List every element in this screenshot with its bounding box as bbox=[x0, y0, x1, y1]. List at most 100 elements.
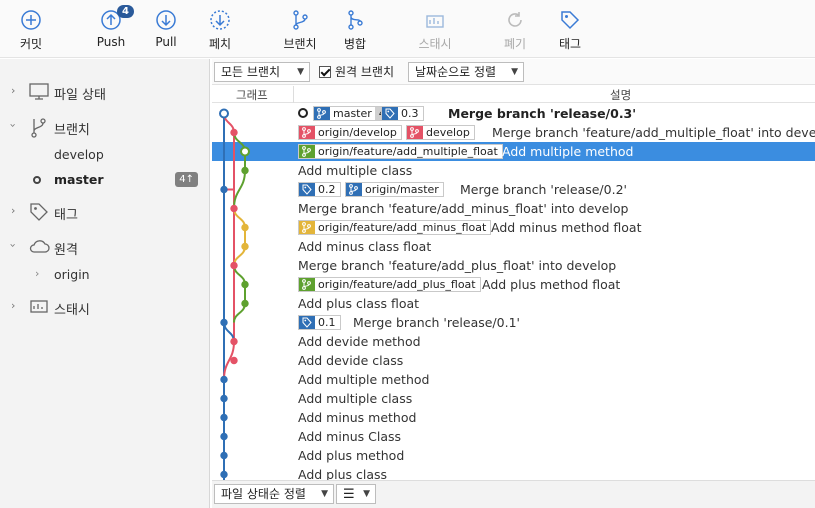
branch-icon bbox=[31, 118, 46, 138]
commit-node[interactable] bbox=[230, 261, 238, 270]
sort-order-dropdown[interactable]: 날짜순으로 정렬 ▼ bbox=[408, 62, 524, 82]
merge-button[interactable]: 병합 bbox=[325, 6, 385, 56]
branch-label: 브랜치 bbox=[283, 37, 317, 51]
commit-row[interactable]: 0.1 Merge branch 'release/0.1' bbox=[212, 313, 815, 332]
sidebar-item-develop[interactable]: develop bbox=[0, 144, 210, 166]
ref-name: origin/feature/add_minus_float bbox=[318, 221, 487, 234]
ref-name: origin/feature/add_plus_float bbox=[318, 278, 476, 291]
commit-row[interactable]: master40.3Merge branch 'release/0.3' bbox=[212, 104, 815, 123]
branch-filter-dropdown[interactable]: 모든 브랜치 ▼ bbox=[214, 62, 310, 82]
sidebar-remotes[interactable]: › 원격 bbox=[0, 234, 210, 260]
branch-label-chip[interactable]: origin/develop bbox=[298, 125, 402, 140]
file-sort-dropdown[interactable]: 파일 상태순 정렬 ▼ bbox=[214, 484, 334, 504]
commit-node[interactable] bbox=[241, 280, 249, 289]
plus-circle-icon bbox=[21, 10, 41, 30]
sidebar-file-status[interactable]: › 파일 상태 bbox=[0, 79, 210, 105]
tag-icon bbox=[561, 11, 580, 30]
graph-line-develop bbox=[223, 113, 235, 190]
commit-node[interactable] bbox=[240, 146, 250, 157]
commit-node[interactable] bbox=[220, 185, 228, 194]
view-mode-dropdown[interactable]: ☰ ▼ bbox=[336, 484, 376, 504]
branch-label-chip[interactable]: develop bbox=[406, 125, 475, 140]
sort-order-value: 날짜순으로 정렬 bbox=[415, 65, 497, 79]
commit-row[interactable]: Add devide class bbox=[212, 351, 815, 370]
commit-node[interactable] bbox=[220, 375, 228, 384]
sidebar-item-origin[interactable]: › origin bbox=[0, 264, 210, 286]
tags-label: 태그 bbox=[54, 208, 78, 223]
ref-name: 0.3 bbox=[401, 107, 419, 120]
commit-row[interactable]: Add multiple class bbox=[212, 389, 815, 408]
commit-node[interactable] bbox=[220, 451, 228, 460]
tag-icon bbox=[30, 203, 48, 221]
sidebar-item-master[interactable]: master 4↑ bbox=[0, 169, 210, 191]
commit-node[interactable] bbox=[220, 318, 228, 327]
ref-name: develop bbox=[426, 126, 470, 139]
commit-node[interactable] bbox=[220, 394, 228, 403]
commit-row[interactable]: origin/feature/add_minus_float Add minus … bbox=[212, 218, 815, 237]
commit-button[interactable]: 커밋 bbox=[1, 6, 61, 56]
commit-node[interactable] bbox=[241, 223, 249, 232]
column-divider[interactable] bbox=[293, 86, 294, 103]
commit-row[interactable]: 0.2 origin/master Merge branch 'release/0.… bbox=[212, 180, 815, 199]
commit-node[interactable] bbox=[241, 166, 249, 175]
commit-node[interactable] bbox=[230, 356, 238, 365]
bottom-bar: 파일 상태순 정렬 ▼ ☰ ▼ bbox=[212, 480, 815, 508]
commit-row[interactable]: Add multiple class bbox=[212, 161, 815, 180]
tag-label-chip[interactable]: 0.2 bbox=[298, 182, 341, 197]
column-header: 그래프 설명 bbox=[212, 86, 815, 103]
push-button[interactable]: 4 Push bbox=[81, 5, 141, 56]
chevron-right-icon: › bbox=[35, 267, 40, 280]
sidebar-branches[interactable]: › 브랜치 bbox=[0, 114, 210, 140]
commit-row[interactable]: Add devide method bbox=[212, 332, 815, 351]
branch-label-chip[interactable]: origin/master bbox=[345, 182, 444, 197]
branch-label-chip[interactable]: origin/feature/add_minus_float bbox=[298, 220, 492, 235]
tag-label-chip[interactable]: 0.3 bbox=[381, 106, 424, 121]
tag-button[interactable]: 태그 bbox=[540, 6, 600, 56]
commit-row[interactable]: Add plus method bbox=[212, 446, 815, 465]
remote-branches-checkbox[interactable]: 원격 브랜치 bbox=[319, 62, 394, 82]
commit-message: Merge branch 'release/0.2' bbox=[460, 182, 627, 197]
stash-label: 스태시 bbox=[418, 37, 452, 51]
graph-line-feature-multiple bbox=[233, 170, 246, 209]
commit-node[interactable] bbox=[230, 128, 238, 137]
ref-name: origin/feature/add_multiple_float bbox=[318, 145, 498, 158]
commit-node[interactable] bbox=[220, 432, 228, 441]
commit-node[interactable] bbox=[241, 242, 249, 251]
graph-column-header[interactable]: 그래프 bbox=[236, 87, 268, 103]
commit-message: Merge branch 'feature/add_plus_float' in… bbox=[298, 258, 617, 273]
commit-row[interactable]: origin/develop develop Merge branch 'featu… bbox=[212, 123, 815, 142]
sidebar-stashes[interactable]: › 스태시 bbox=[0, 294, 210, 320]
branch-button[interactable]: 브랜치 bbox=[270, 6, 330, 56]
commit-node[interactable] bbox=[241, 299, 249, 308]
commit-row[interactable]: Add minus class float bbox=[212, 237, 815, 256]
tag-icon bbox=[299, 316, 315, 329]
commit-message: Add multiple method bbox=[298, 372, 430, 387]
commit-node[interactable] bbox=[220, 413, 228, 422]
tag-label-chip[interactable]: 0.1 bbox=[298, 315, 341, 330]
commit-row[interactable]: Merge branch 'feature/add_plus_float' in… bbox=[212, 256, 815, 275]
stash-button[interactable]: 스태시 bbox=[405, 6, 465, 56]
commit-node[interactable] bbox=[219, 108, 229, 119]
commit-node[interactable] bbox=[230, 204, 238, 213]
commit-message: Merge branch 'release/0.3' bbox=[448, 106, 637, 121]
sidebar-tags[interactable]: › 태그 bbox=[0, 199, 210, 225]
commit-node[interactable] bbox=[230, 337, 238, 346]
branch-label-chip[interactable]: origin/feature/add_multiple_float bbox=[298, 144, 503, 159]
commit-row[interactable]: origin/feature/add_multiple_float Add mul… bbox=[212, 142, 815, 161]
branch-label-chip[interactable]: origin/feature/add_plus_float bbox=[298, 277, 481, 292]
commit-row[interactable]: Merge branch 'feature/add_minus_float' i… bbox=[212, 199, 815, 218]
push-label: Push bbox=[96, 35, 126, 49]
commit-row[interactable]: Add plus class bbox=[212, 465, 815, 480]
commit-row[interactable]: Add multiple method bbox=[212, 370, 815, 389]
fetch-button[interactable]: 페치 bbox=[190, 6, 250, 56]
chevron-down-icon: ▼ bbox=[363, 489, 370, 499]
ref-name: origin/master bbox=[365, 183, 439, 196]
commit-row[interactable]: origin/feature/add_plus_float Add plus me… bbox=[212, 275, 815, 294]
commit-row[interactable]: Add plus class float bbox=[212, 294, 815, 313]
discard-button[interactable]: 폐기 bbox=[485, 6, 545, 56]
commit-node[interactable] bbox=[220, 470, 228, 479]
commit-row[interactable]: Add minus Class bbox=[212, 427, 815, 446]
pull-button[interactable]: Pull bbox=[136, 6, 196, 56]
commit-row[interactable]: Add minus method bbox=[212, 408, 815, 427]
description-column-header[interactable]: 설명 bbox=[610, 87, 631, 103]
